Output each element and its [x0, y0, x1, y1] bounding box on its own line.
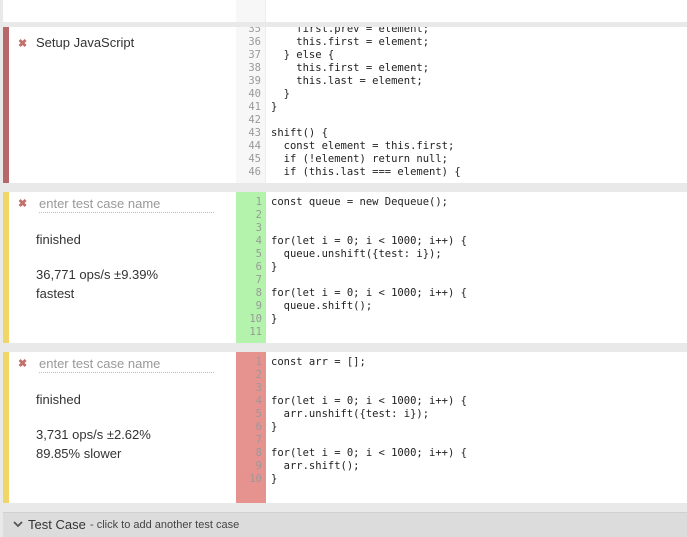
code-line: first.prev = element;: [271, 27, 430, 35]
line-number: 43: [248, 127, 261, 139]
line-number: 40: [248, 88, 261, 100]
line-number: 45: [248, 153, 261, 165]
setup-info: ✖ Setup JavaScript: [9, 27, 236, 183]
code-line: for(let i = 0; i < 1000; i++) {: [271, 287, 467, 299]
line-number: 1: [255, 356, 262, 368]
line-number: 8: [255, 287, 262, 299]
setup-panel: ✖ Setup JavaScript 35 36 37 38 39 40 41 42 43 44 4…: [3, 27, 687, 183]
line-number: 2: [255, 209, 262, 221]
test-case-rank: 89.85% slower: [36, 446, 122, 461]
code-line: for(let i = 0; i < 1000; i++) {: [271, 447, 467, 459]
code-line: for(let i = 0; i < 1000; i++) {: [271, 235, 467, 247]
footer-label: Test Case: [28, 517, 86, 532]
line-number: 2: [255, 369, 262, 381]
top-gutter: [236, 0, 266, 22]
test-case-ops: 36,771 ops/s ±9.39%: [36, 267, 159, 282]
line-number: 6: [255, 421, 262, 433]
line-number: 8: [255, 447, 262, 459]
line-number: 7: [255, 274, 262, 286]
line-number: 11: [249, 326, 262, 338]
remove-test-case-icon[interactable]: ✖: [18, 357, 27, 370]
line-number: 3: [255, 382, 262, 394]
code-line: }: [271, 261, 278, 273]
test-case-ops: 3,731 ops/s ±2.62%: [36, 427, 151, 442]
line-number: 37: [248, 49, 261, 61]
add-test-case-bar[interactable]: Test Case - click to add another test ca…: [3, 512, 687, 537]
line-number: 39: [248, 75, 261, 87]
code-line: this.first = element;: [271, 62, 430, 74]
line-number: 4: [255, 395, 262, 407]
setup-close-icon[interactable]: ✖: [18, 37, 27, 50]
line-number: 41: [248, 101, 261, 113]
test-case-name-input[interactable]: [39, 354, 214, 373]
line-number: 6: [255, 261, 262, 273]
code-line: shift() {: [271, 127, 328, 139]
setup-label: Setup JavaScript: [36, 35, 135, 50]
code-line: }: [271, 473, 278, 485]
code-line: arr.unshift({test: i});: [271, 408, 430, 420]
setup-code-editor[interactable]: first.prev = element; this.first = eleme…: [266, 27, 687, 183]
test-case-panel-1: ✖ finished 36,771 ops/s ±9.39% fastest 1…: [3, 192, 687, 343]
line-number: 10: [249, 473, 262, 485]
test-case-gutter: 1 2 3 4 5 6 7 8 9 10 11: [236, 192, 266, 343]
test-case-status: finished: [36, 392, 81, 407]
code-line: this.first = element;: [271, 36, 430, 48]
test-case-gutter: 1 2 3 4 5 6 7 8 9 10: [236, 352, 266, 503]
line-number: 10: [249, 313, 262, 325]
test-case-rank: fastest: [36, 286, 75, 301]
line-number: 42: [248, 114, 261, 126]
code-line: }: [271, 421, 278, 433]
code-line: if (!element) return null;: [271, 153, 449, 165]
code-line: if (this.last === element) {: [271, 166, 461, 178]
top-partial-panel: [3, 0, 687, 22]
line-number: 3: [255, 222, 262, 234]
code-line: const element = this.first;: [271, 140, 455, 152]
footer-hint: - click to add another test case: [90, 519, 240, 531]
line-number: 5: [255, 248, 262, 260]
line-number: 7: [255, 434, 262, 446]
line-number: 9: [255, 300, 262, 312]
line-number: 44: [248, 140, 261, 152]
line-number: 9: [255, 460, 262, 472]
test-case-code-editor[interactable]: const queue = new Dequeue(); for(let i = …: [266, 192, 687, 343]
code-line: arr.shift();: [271, 460, 360, 472]
code-line: const queue = new Dequeue();: [271, 196, 449, 208]
line-number: 38: [248, 62, 261, 74]
test-case-code-editor[interactable]: const arr = []; for(let i = 0; i < 1000; …: [266, 352, 687, 503]
code-line: this.last = element;: [271, 75, 423, 87]
remove-test-case-icon[interactable]: ✖: [18, 197, 27, 210]
line-number: 1: [255, 196, 262, 208]
line-number: 4: [255, 235, 262, 247]
code-line: }: [271, 88, 290, 100]
code-line: queue.shift();: [271, 300, 373, 312]
test-case-panel-2: ✖ finished 3,731 ops/s ±2.62% 89.85% slo…: [3, 352, 687, 503]
chevron-down-icon: [13, 521, 23, 528]
test-case-name-input[interactable]: [39, 194, 214, 213]
line-number: 35: [248, 27, 261, 35]
code-line: }: [271, 101, 278, 113]
code-line: for(let i = 0; i < 1000; i++) {: [271, 395, 467, 407]
code-line: } else {: [271, 49, 335, 61]
code-line: const arr = [];: [271, 356, 366, 368]
test-case-status: finished: [36, 232, 81, 247]
code-line: }: [271, 313, 278, 325]
line-number: 46: [248, 166, 261, 178]
test-case-info: ✖ finished 36,771 ops/s ±9.39% fastest: [9, 192, 236, 343]
test-case-info: ✖ finished 3,731 ops/s ±2.62% 89.85% slo…: [9, 352, 236, 503]
line-number: 36: [248, 36, 261, 48]
line-number: 5: [255, 408, 262, 420]
setup-gutter: 35 36 37 38 39 40 41 42 43 44 45 46: [236, 27, 266, 183]
code-line: queue.unshift({test: i});: [271, 248, 442, 260]
